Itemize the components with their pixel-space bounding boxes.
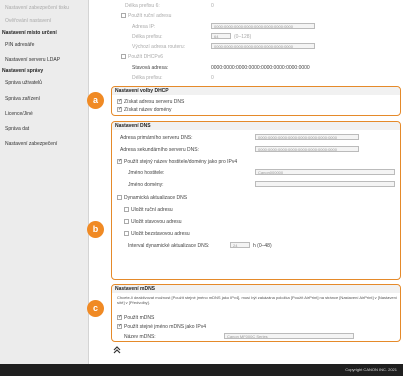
register-stateful-checkbox[interactable] <box>124 219 129 224</box>
register-stateless-label: Uložit bezstavovou adresu <box>131 231 190 237</box>
default-router-field[interactable]: 0000:0000:0000:0000:0000:0000:0000:0000 <box>211 43 315 49</box>
register-manual-checkbox[interactable] <box>124 207 129 212</box>
sidebar-heading-destination: Nastavení místo určení <box>2 30 57 36</box>
mdns-name-label: Název mDNS: <box>124 334 156 340</box>
sidebar-item-user-management[interactable]: Správa uživatelů <box>5 80 42 86</box>
manual-address-label: Použít ruční adresu <box>128 13 172 19</box>
dhcpv6-label: Použít DHCPv6 <box>128 54 164 60</box>
get-dns-label: Získat adresu serveru DNS <box>124 99 185 105</box>
scroll-top-icon[interactable] <box>113 346 121 354</box>
prefix-length-value: 0 <box>211 3 214 9</box>
ip-address-label: Adresa IP: <box>132 24 156 30</box>
host-name-label: Jméno hostitele: <box>128 170 165 176</box>
callout-badge-a: a <box>87 92 104 109</box>
stateful-address-value: 0000:0000:0000:0000:0000:0000:0000:0000 <box>211 65 310 71</box>
prefix-length-label: Délka prefixu 6: <box>125 3 160 9</box>
primary-dns-field[interactable]: 0000:0000:0000:0000:0000:0000:0000:0000 <box>255 134 359 140</box>
manual-address-checkbox[interactable] <box>121 13 126 18</box>
sidebar: Nastavení zabezpečení tisku Ověřování na… <box>0 0 89 364</box>
dns-title: Nastavení DNS <box>112 122 400 130</box>
same-host-checkbox[interactable] <box>117 158 122 164</box>
interval-unit: h (0–48) <box>253 243 272 249</box>
sidebar-item-auth-settings[interactable]: Ověřování nastavení <box>5 18 51 24</box>
mdns-description: Chcete-li deaktivovat možnost [Použít st… <box>117 295 397 305</box>
register-stateless-checkbox[interactable] <box>124 231 129 236</box>
mdns-name-field[interactable]: Canon MF000C Series <box>224 333 354 339</box>
secondary-dns-field[interactable]: 0000:0000:0000:0000:0000:0000:0000:0000 <box>255 146 359 152</box>
mdns-section: Nastavení mDNS Chcete-li deaktivovat mož… <box>111 284 401 342</box>
same-host-label: Použít stejný název hostitele/domény jak… <box>124 159 238 165</box>
sidebar-item-address-pin[interactable]: PIN adresáře <box>5 42 34 48</box>
same-mdns-checkbox[interactable] <box>117 323 122 329</box>
get-domain-checkbox[interactable] <box>117 106 122 112</box>
use-mdns-label: Použít mDNS <box>124 315 155 321</box>
prefix-label: Délka prefixu: <box>132 34 163 40</box>
prefix-range: (0–128) <box>234 34 252 40</box>
secondary-dns-label: Adresa sekundárního serveru DNS: <box>120 147 199 153</box>
register-manual-label: Uložit ruční adresu <box>131 207 173 213</box>
prefix-field[interactable]: 64 <box>211 33 231 39</box>
stateful-address-label: Stavová adresa: <box>132 65 169 71</box>
domain-name-field[interactable] <box>255 181 395 187</box>
use-mdns-checkbox[interactable] <box>117 314 122 320</box>
ip-address-field[interactable]: 0000:0000:0000:0000:0000:0000:0000:0000 <box>211 23 315 29</box>
interval-field[interactable]: 24 <box>230 242 250 248</box>
dns-section: Nastavení DNS Adresa primárního serveru … <box>111 121 401 280</box>
prefix-length2-value: 0 <box>211 75 214 81</box>
primary-dns-label: Adresa primárního serveru DNS: <box>120 135 193 141</box>
callout-badge-c: c <box>87 300 104 317</box>
register-stateful-label: Uložit stavovou adresu <box>131 219 182 225</box>
sidebar-item-data-management[interactable]: Správa dat <box>5 126 29 132</box>
sidebar-item-license[interactable]: Licence/Jiné <box>5 111 33 117</box>
get-dns-checkbox[interactable] <box>117 98 122 104</box>
same-mdns-label: Použít stejné jméno mDNS jako IPv4 <box>124 324 206 330</box>
callout-badge-b: b <box>87 221 104 238</box>
domain-name-label: Jméno domény: <box>128 182 164 188</box>
sidebar-item-print-security[interactable]: Nastavení zabezpečení tisku <box>5 5 69 11</box>
mdns-title: Nastavení mDNS <box>112 285 400 293</box>
dhcpv6-checkbox[interactable] <box>121 54 126 59</box>
dynamic-dns-label: Dynamická aktualizace DNS <box>124 195 188 201</box>
host-name-field[interactable]: Canon000000 <box>255 169 395 175</box>
double-caret-up-icon <box>113 346 121 354</box>
sidebar-heading-management: Nastavení správy <box>2 68 44 74</box>
sidebar-item-security-settings[interactable]: Nastavení zabezpečení <box>5 141 57 147</box>
dynamic-dns-checkbox[interactable] <box>117 195 122 200</box>
dhcp-options-section: Nastavení volby DHCP Získat adresu serve… <box>111 86 401 116</box>
main-content: Délka prefixu 6: 0 Použít ruční adresu A… <box>89 0 403 364</box>
dhcp-options-title: Nastavení volby DHCP <box>112 87 400 95</box>
get-domain-label: Získat název domény <box>124 107 172 113</box>
copyright-text: Copyright CANON INC. 2021 <box>345 367 397 372</box>
prefix-length2-label: Délka prefixu: <box>132 75 163 81</box>
footer: Copyright CANON INC. 2021 <box>0 364 403 376</box>
sidebar-item-device-management[interactable]: Správa zařízení <box>5 96 40 102</box>
default-router-label: Výchozí adresa routeru: <box>132 44 186 50</box>
sidebar-item-ldap[interactable]: Nastavení serveru LDAP <box>5 57 60 63</box>
interval-label: Interval dynamické aktualizace DNS: <box>128 243 210 249</box>
